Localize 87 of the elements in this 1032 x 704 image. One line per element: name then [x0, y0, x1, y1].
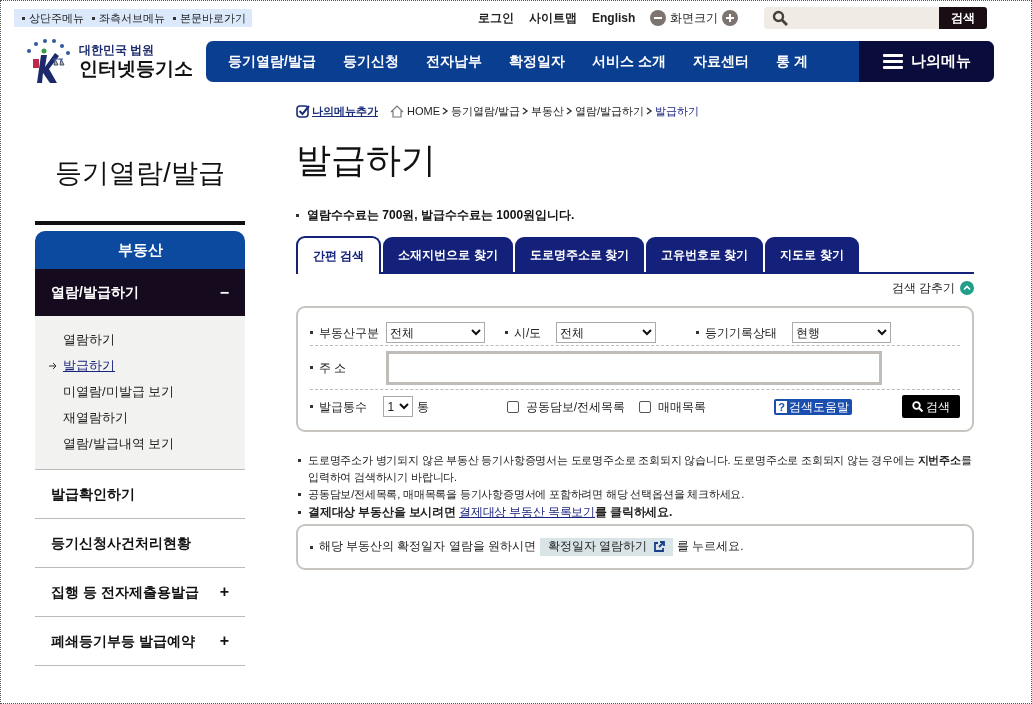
- zoom-out-icon: [650, 10, 667, 26]
- nav-item[interactable]: 등기열람/발급: [228, 50, 316, 72]
- field-label: 부동산구분: [310, 323, 386, 342]
- logo-subtitle: 대한민국 법원: [79, 44, 156, 56]
- skip-link[interactable]: 상단주메뉴: [22, 9, 84, 27]
- caret-icon: [642, 329, 652, 336]
- nav-item[interactable]: 전자납부: [425, 50, 482, 72]
- caret-icon: [471, 329, 481, 336]
- checkbox-option[interactable]: 공동담보/전세목록: [506, 397, 625, 416]
- settlement-list-link[interactable]: 결제대상 부동산 목록보기: [459, 505, 596, 519]
- field-label: 등기기록상태: [696, 323, 792, 342]
- fixed-date-view-button[interactable]: 확정일자 열람하기: [539, 538, 673, 556]
- add-my-menu-link[interactable]: 나의메뉴추가: [296, 102, 378, 120]
- search-tab[interactable]: 지도로 찾기: [765, 237, 859, 272]
- top-link[interactable]: English: [592, 9, 636, 27]
- external-link-icon: [653, 541, 665, 553]
- select-field[interactable]: 1: [383, 396, 413, 417]
- info-text: 해당 부동산의 확정일자 열람을 원하시면: [310, 538, 536, 556]
- arrow-icon: [49, 361, 58, 370]
- sidebar-title: 등기열람/발급: [54, 157, 226, 190]
- nav-item[interactable]: 서비스 소개: [591, 50, 666, 72]
- search-tab[interactable]: 고유번호로 찾기: [646, 237, 764, 272]
- breadcrumb-link[interactable]: HOME: [407, 102, 440, 120]
- sidebar-menu-item[interactable]: 집행 등 전자제출용발급 +: [35, 568, 245, 617]
- submenu-item[interactable]: 발급하기: [63, 355, 115, 376]
- logo-title: 인터넷등기소: [79, 59, 193, 78]
- collapse-icon: [960, 281, 974, 295]
- chevron-icon: [442, 107, 449, 115]
- sidebar-section-header: 부동산: [35, 231, 245, 269]
- skip-link[interactable]: 좌측서브메뉴: [92, 9, 165, 27]
- my-menu-button[interactable]: 나의메뉴: [859, 40, 994, 82]
- unit-label: 통: [416, 398, 429, 416]
- nav-item[interactable]: 통 계: [775, 50, 808, 72]
- info-text: 를 누르세요.: [677, 539, 744, 555]
- search-tab[interactable]: 간편 검색: [296, 236, 382, 274]
- submenu-item[interactable]: 열람/발급내역 보기: [63, 433, 175, 454]
- caret-icon: [877, 329, 887, 336]
- top-link[interactable]: 로그인: [478, 9, 514, 27]
- select-field[interactable]: 전체: [386, 322, 485, 343]
- submenu-item[interactable]: 열람하기: [63, 329, 115, 350]
- note-text: 공동담보/전세목록, 매매목록을 등기사항증명서에 포함하려면 해당 선택옵션을 체크하세요.: [298, 486, 974, 503]
- select-field[interactable]: 현행: [792, 322, 891, 343]
- chevron-icon: [646, 107, 654, 115]
- field-label: 주 소: [310, 358, 386, 377]
- sidebar-menu-item[interactable]: 발급확인하기: [35, 470, 245, 519]
- caret-icon: [398, 403, 409, 410]
- submenu-item[interactable]: 미열람/미발급 보기: [63, 381, 175, 402]
- breadcrumb-link[interactable]: 열람/발급하기: [575, 102, 645, 120]
- site-search-button[interactable]: 검색: [939, 7, 987, 29]
- nav-item[interactable]: 등기신청: [342, 50, 399, 72]
- search-tab[interactable]: 소재지번으로 찾기: [383, 237, 513, 272]
- sidebar-menu-item[interactable]: 열람/발급하기 −: [35, 269, 245, 316]
- hide-search-link[interactable]: 검색 감추기: [891, 279, 974, 297]
- submenu-item[interactable]: 재열람하기: [63, 407, 128, 428]
- field-label: 시/도: [505, 323, 556, 342]
- nav-item[interactable]: 확정일자: [508, 50, 565, 72]
- site-search-field[interactable]: [764, 7, 939, 29]
- select-field[interactable]: 전체: [556, 322, 656, 343]
- checkbox-option[interactable]: 매매목록: [639, 397, 706, 416]
- checkbox[interactable]: [639, 400, 651, 413]
- skip-link[interactable]: 본문바로가기: [173, 9, 246, 27]
- breadcrumb-link[interactable]: 발급하기: [655, 102, 700, 120]
- zoom-in-icon: [722, 10, 739, 26]
- note-text: 결제대상 부동산을 보시려면 결제대상 부동산 목록보기를 클릭하세요.: [298, 504, 673, 521]
- top-link[interactable]: 사이트맵: [529, 9, 577, 27]
- sidebar-menu-item[interactable]: 등기신청사건처리현황: [35, 519, 245, 568]
- page-title: 발급하기: [296, 139, 437, 181]
- breadcrumb-link[interactable]: 등기열람/발급: [451, 102, 521, 120]
- search-tab[interactable]: 도로명주소로 찾기: [514, 237, 645, 272]
- home-icon: [390, 104, 404, 118]
- search-button[interactable]: 검색: [902, 395, 960, 418]
- font-size-label: 화면크기: [670, 10, 719, 27]
- chevron-icon: [522, 107, 530, 115]
- checkbox-checked-icon: [296, 104, 310, 118]
- search-help-link[interactable]: ? 검색도움말: [774, 398, 852, 415]
- sidebar-menu-item[interactable]: 폐쇄등기부등 발급예약 +: [35, 617, 245, 666]
- note-text: 도로명주소가 병기되지 않은 부동산 등기사항증명서는 도로명주소로 조회되지 않습니다. 도로명주소로 조회되지 않는 경우에는 지번주소를 입력하여 검색하시기 바랍니다.: [298, 452, 974, 486]
- fee-notice: 열람수수료는 700원, 발급수수료는 1000원입니다.: [296, 206, 974, 224]
- checkbox[interactable]: [506, 400, 519, 413]
- breadcrumb-link[interactable]: 부동산: [531, 102, 565, 120]
- search-icon: [772, 10, 788, 26]
- chevron-icon: [566, 107, 574, 115]
- address-field[interactable]: [386, 350, 882, 385]
- nav-item[interactable]: 자료센터: [692, 50, 749, 72]
- menu-icon: [882, 53, 903, 69]
- field-label: 발급통수: [310, 397, 384, 416]
- search-icon: [912, 401, 923, 412]
